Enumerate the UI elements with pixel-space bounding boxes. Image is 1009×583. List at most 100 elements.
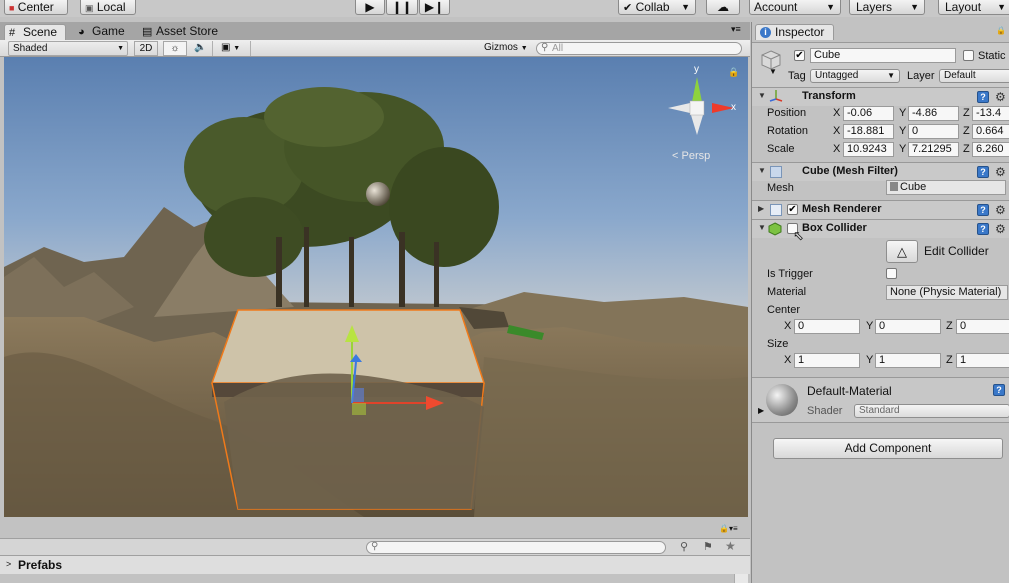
- chevron-down-icon[interactable]: ▼: [758, 223, 766, 232]
- favorite-star-icon[interactable]: ★: [725, 539, 736, 553]
- audio-toggle[interactable]: 🔈: [189, 41, 213, 56]
- position-x-field[interactable]: -0.06: [843, 106, 894, 121]
- rotation-y-field[interactable]: 0: [908, 124, 959, 139]
- chevron-down-icon[interactable]: ▼: [769, 67, 777, 76]
- layer-dropdown[interactable]: Default: [939, 69, 1009, 83]
- shading-mode-dropdown[interactable]: Shaded ▼: [8, 41, 128, 56]
- is-trigger-checkbox[interactable]: [886, 268, 897, 279]
- space-toggle-button[interactable]: ▣ Local: [80, 0, 136, 15]
- chevron-right-icon[interactable]: >: [6, 559, 11, 569]
- add-component-button[interactable]: Add Component: [773, 438, 1003, 459]
- tab-asset-store[interactable]: ▤ Asset Store: [138, 24, 222, 40]
- position-y-field[interactable]: -4.86: [908, 106, 959, 121]
- tab-inspector[interactable]: i Inspector: [755, 24, 834, 40]
- project-search-input[interactable]: ⚲: [366, 541, 666, 554]
- scale-z-field[interactable]: 6.260: [972, 142, 1009, 157]
- center-label: Center: [767, 304, 801, 316]
- scrollbar[interactable]: [734, 574, 748, 583]
- shader-dropdown[interactable]: Standard: [854, 404, 1009, 418]
- sphere-object: [366, 182, 390, 206]
- scene-viewport[interactable]: y x 🔒 < Persp: [4, 57, 748, 517]
- object-name-field[interactable]: Cube: [810, 48, 956, 63]
- chevron-down-icon: ▼: [233, 45, 241, 52]
- mesh-renderer-enabled-checkbox[interactable]: ✔: [787, 204, 798, 215]
- help-book-icon[interactable]: ?: [977, 223, 989, 235]
- is-trigger-label: Is Trigger: [767, 268, 813, 280]
- cloud-button[interactable]: ☁: [706, 0, 740, 15]
- rotation-y-label: Y: [899, 125, 907, 137]
- center-y-field[interactable]: 0: [875, 319, 941, 334]
- static-checkbox[interactable]: [963, 50, 974, 61]
- prefabs-label: Prefabs: [18, 558, 63, 572]
- gizmos-dropdown[interactable]: Gizmos ▼: [480, 41, 530, 56]
- pivot-toggle-button[interactable]: ■ Center: [4, 0, 68, 15]
- settings-sliders-icon[interactable]: ⚙: [995, 166, 1006, 178]
- mesh-label: Mesh: [767, 182, 794, 194]
- asset-store-bag-icon: ▤: [142, 26, 153, 38]
- effects-dropdown[interactable]: ▣ ▼: [217, 41, 251, 56]
- scale-z-label: Z: [963, 143, 970, 155]
- lighting-toggle[interactable]: ☼: [163, 41, 187, 56]
- center-z-field[interactable]: 0: [956, 319, 1009, 334]
- 2d-mode-label: 2D: [139, 43, 153, 54]
- collab-button[interactable]: ✔ Collab ▼: [618, 0, 696, 15]
- size-x-label: X: [784, 354, 792, 366]
- lock-icon[interactable]: 🔒: [728, 67, 739, 78]
- tab-game[interactable]: ◕ Game: [74, 24, 128, 40]
- tab-scene[interactable]: # Scene: [4, 24, 66, 40]
- step-button[interactable]: ▶❙: [419, 0, 450, 15]
- center-x-field[interactable]: 0: [794, 319, 860, 334]
- box-collider-header[interactable]: ▼ ⬁ Box Collider ? ⚙: [752, 219, 1009, 243]
- mesh-filter-header[interactable]: ▼ Cube (Mesh Filter) ? ⚙: [752, 162, 1009, 181]
- chevron-down-icon[interactable]: ▼: [758, 91, 766, 100]
- size-x-field[interactable]: 1: [794, 353, 860, 368]
- projection-toggle[interactable]: < Persp: [672, 150, 710, 162]
- chevron-down-icon: ▼: [997, 2, 1006, 12]
- account-dropdown[interactable]: Account ▼: [749, 0, 841, 15]
- size-z-field[interactable]: 1: [956, 353, 1009, 368]
- rotation-z-field[interactable]: 0.664: [972, 124, 1009, 139]
- pause-button[interactable]: ❙❙: [386, 0, 418, 15]
- help-book-icon[interactable]: ?: [993, 384, 1005, 396]
- scene-search-input[interactable]: ⚲ All: [536, 42, 742, 55]
- edit-collider-button[interactable]: △: [886, 240, 918, 263]
- axis-y-label: y: [694, 64, 699, 75]
- 2d-mode-button[interactable]: 2D: [134, 41, 158, 56]
- tab-game-label: Game: [92, 24, 125, 38]
- label-tag-icon[interactable]: ⚑: [703, 540, 713, 553]
- mesh-object-field[interactable]: Cube: [886, 180, 1006, 195]
- scale-label[interactable]: Scale: [767, 142, 795, 156]
- filter-by-type-icon[interactable]: ⚲: [680, 540, 688, 553]
- prefabs-folder-row[interactable]: > Prefabs: [0, 556, 750, 574]
- settings-sliders-icon[interactable]: ⚙: [995, 204, 1006, 216]
- play-button[interactable]: ▶: [355, 0, 385, 15]
- active-checkbox[interactable]: ✔: [794, 50, 805, 61]
- local-space-icon: ▣: [85, 3, 94, 13]
- settings-sliders-icon[interactable]: ⚙: [995, 91, 1006, 103]
- rotation-label[interactable]: Rotation: [767, 124, 808, 138]
- scale-x-field[interactable]: 10.9243: [843, 142, 894, 157]
- size-y-field[interactable]: 1: [875, 353, 941, 368]
- position-label[interactable]: Position: [767, 106, 806, 120]
- help-book-icon[interactable]: ?: [977, 166, 989, 178]
- help-book-icon[interactable]: ?: [977, 91, 989, 103]
- rotation-x-field[interactable]: -18.881: [843, 124, 894, 139]
- lock-icon[interactable]: 🔒▾≡: [719, 524, 738, 533]
- help-book-icon[interactable]: ?: [977, 204, 989, 216]
- chevron-down-icon[interactable]: ▼: [758, 166, 766, 175]
- layers-dropdown[interactable]: Layers ▼: [849, 0, 925, 15]
- scale-y-field[interactable]: 7.21295: [908, 142, 959, 157]
- chevron-right-icon[interactable]: ▶: [758, 406, 764, 415]
- panel-menu-icon[interactable]: ▾≡: [731, 24, 741, 35]
- chevron-right-icon[interactable]: ▶: [758, 204, 764, 213]
- layout-dropdown[interactable]: Layout ▼: [938, 0, 1009, 15]
- info-icon: i: [760, 27, 771, 38]
- tag-dropdown[interactable]: Untagged ▼: [810, 69, 900, 83]
- physic-material-field[interactable]: None (Physic Material): [886, 285, 1008, 300]
- mesh-renderer-header[interactable]: ▶ ✔ Mesh Renderer ? ⚙: [752, 200, 1009, 219]
- account-label: Account: [754, 0, 798, 14]
- settings-sliders-icon[interactable]: ⚙: [995, 223, 1006, 235]
- lock-icon[interactable]: 🔒: [996, 26, 1006, 35]
- position-z-field[interactable]: -13.4: [972, 106, 1009, 121]
- transform-header[interactable]: ▼ Transform ? ⚙: [752, 87, 1009, 106]
